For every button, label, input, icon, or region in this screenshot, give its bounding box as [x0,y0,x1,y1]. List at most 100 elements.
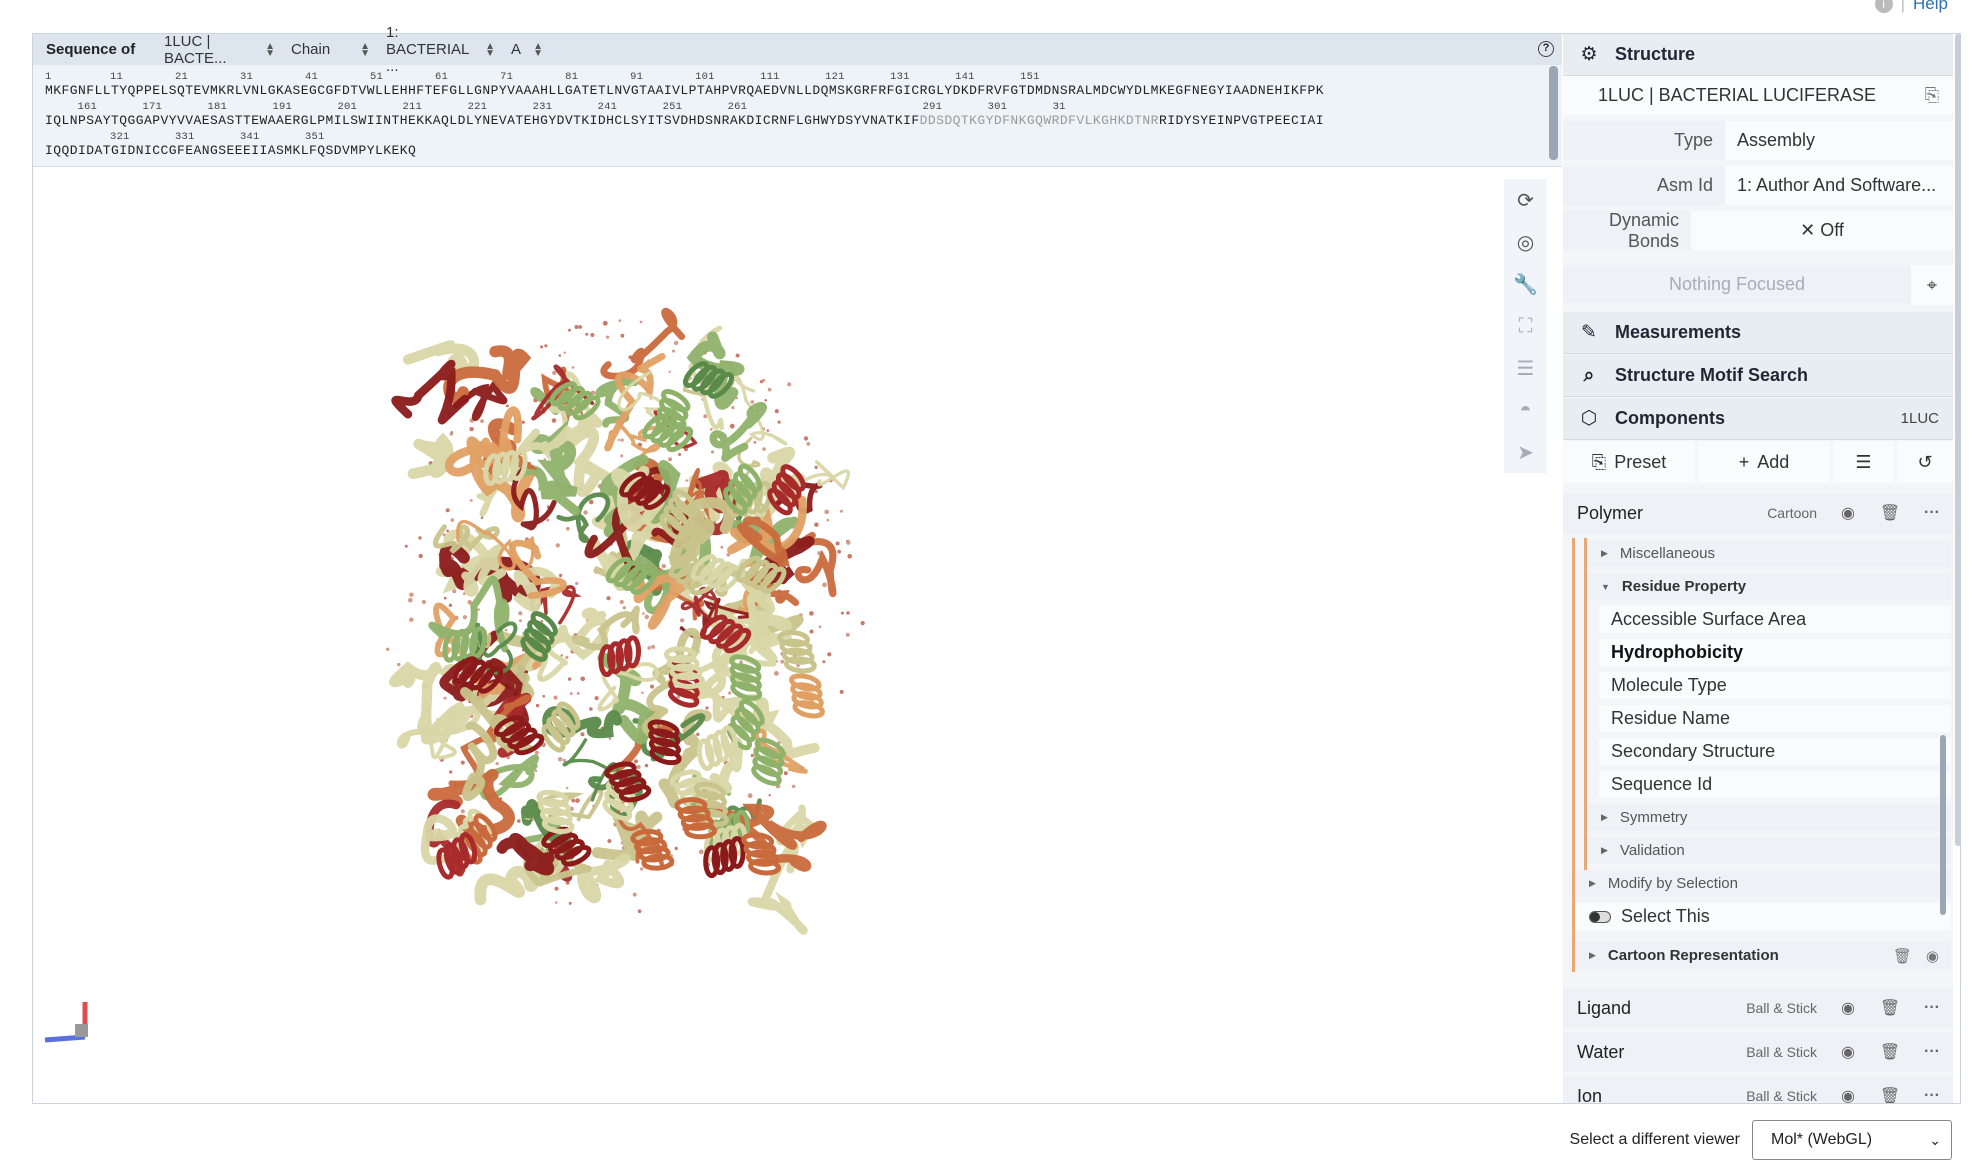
validation-group[interactable]: ▶ Validation [1587,837,1951,867]
ligand-component[interactable]: Ligand Ball & Stick ◉ 🗑 ··· [1563,988,1953,1028]
eye-icon[interactable]: ◉ [1827,988,1869,1028]
more-icon[interactable]: ··· [1911,1032,1953,1072]
eye-icon[interactable]: ◉ [1827,1032,1869,1072]
instance-select[interactable]: A ▲ ▼ [503,34,551,65]
focus-target-icon[interactable]: ⌖ [1911,264,1953,305]
polymer-component[interactable]: Polymer Cartoon ◉ 🗑 ··· [1563,493,1953,533]
trash-icon[interactable]: 🗑 [1869,493,1911,533]
water-molecule [571,366,575,369]
trash-icon[interactable]: 🗑 [1869,988,1911,1028]
water-molecule [622,606,626,610]
option-accessible-surface-area[interactable]: Accessible Surface Area [1599,606,1951,636]
help-link[interactable]: Help [1913,0,1948,14]
sequence-scrollbar[interactable] [1549,66,1558,160]
water-molecule [566,786,569,790]
sequence-body[interactable]: 1 11 21 31 41 51 61 71 81 91 101 111 121… [45,72,1555,162]
protein-ribbon [391,359,470,425]
option-secondary-structure[interactable]: Secondary Structure [1599,738,1951,768]
ion-component[interactable]: Ion Ball & Stick ◉ 🗑 ··· [1563,1076,1953,1103]
option-molecule-type[interactable]: Molecule Type [1599,672,1951,702]
tree-scrollbar[interactable] [1940,735,1946,915]
protein-ribbon [402,340,480,376]
motif-search-section-header[interactable]: ⌕ Structure Motif Search [1563,355,1953,397]
option-hydrophobicity[interactable]: Hydrophobicity [1599,639,1951,669]
vr-icon[interactable]: ◓ [1504,389,1547,431]
molecule-viewport[interactable] [33,168,1562,1103]
water-molecule [558,757,563,762]
focus-row: Nothing Focused ⌖ [1563,264,1953,306]
panel-scrollbar[interactable] [1955,34,1961,846]
history-button[interactable]: ↺ [1897,441,1953,483]
sliders-icon[interactable]: ☰ [1504,347,1547,389]
water-molecule [809,611,814,616]
option-residue-name[interactable]: Residue Name [1599,705,1951,735]
bookmark-icon[interactable]: ⎘ [1911,85,1953,106]
water-molecule [641,691,644,695]
cube-icon: ⬡ [1580,408,1598,429]
water-molecule [774,671,779,676]
protein-cartoon-render[interactable] [33,168,1562,1103]
asm-id-select[interactable]: 1: Author And Software... [1725,175,1953,196]
water-molecule [846,540,851,545]
eye-icon[interactable]: ◉ [1827,493,1869,533]
water-molecule [839,689,844,694]
modify-by-selection-group[interactable]: ▶ Modify by Selection [1575,870,1951,900]
water-molecule [585,332,589,336]
water-molecule [554,901,558,904]
water-molecule [720,545,724,549]
help-icon[interactable]: ? [1538,41,1554,57]
water-molecule [822,660,826,664]
select-this-button[interactable]: Select This [1575,903,1951,933]
chain-select[interactable]: 1: BACTERIAL ... ▲ ▼ [378,24,503,75]
trash-icon[interactable]: 🗑 [1869,1032,1911,1072]
structure-entry-select[interactable]: 1LUC | BACTERIAL LUCIFERASE ⎘ [1563,76,1953,118]
structure-section-header[interactable]: ⚙ Structure [1563,34,1953,76]
pointer-icon[interactable]: ➤ [1504,431,1547,473]
dynamic-bonds-toggle[interactable]: ✕ Off [1691,220,1953,241]
entity-select[interactable]: 1LUC | BACTE... ▲ ▼ [156,33,283,67]
eye-icon[interactable]: ◉ [1926,947,1939,965]
water-molecule [685,479,689,482]
eye-icon[interactable]: ◉ [1827,1076,1869,1103]
trash-icon[interactable]: 🗑 [1893,947,1912,965]
water-molecule [750,400,755,404]
miscellaneous-group[interactable]: ▶ Miscellaneous [1587,540,1951,570]
reset-camera-icon[interactable]: ⟳ [1504,179,1547,221]
caret-right-icon: ▶ [1601,845,1608,855]
water-molecule [594,696,599,701]
sequence-header: Sequence of 1LUC | BACTE... ▲ ▼ Chain ▲ ▼ 1:… [33,24,1562,75]
type-select[interactable]: Assembly [1725,130,1953,151]
symmetry-group[interactable]: ▶ Symmetry [1587,804,1951,834]
more-icon[interactable]: ··· [1911,1076,1953,1103]
water-molecule [639,320,643,324]
updown-icon: ▲ ▼ [360,40,370,59]
water-molecule [568,901,572,905]
cartoon-representation-group[interactable]: ▶ Cartoon Representation 🗑 ◉ [1575,941,1951,973]
components-section-header[interactable]: ⬡ Components 1LUC [1563,398,1953,440]
add-button[interactable]: + Add [1698,441,1830,483]
expand-icon[interactable]: ⛶ [1504,305,1547,347]
water-molecule [803,436,809,441]
trash-icon[interactable]: 🗑 [1869,1076,1911,1103]
info-icon[interactable]: i [1874,0,1893,13]
preset-button[interactable]: ⎘ Preset [1563,441,1695,483]
measurements-section-header[interactable]: ✎ Measurements [1563,312,1953,354]
option-sequence-id[interactable]: Sequence Id [1599,771,1951,801]
viewer-select[interactable]: Mol* (WebGL) ⌄ [1752,1120,1952,1160]
water-molecule [837,549,841,554]
water-component[interactable]: Water Ball & Stick ◉ 🗑 ··· [1563,1032,1953,1072]
protein-helix [783,656,817,674]
water-molecule [540,345,544,349]
component-options-button[interactable]: ☰ [1833,441,1894,483]
wrench-icon[interactable]: 🔧 [1504,263,1547,305]
more-icon[interactable]: ··· [1911,493,1953,533]
screenshot-icon[interactable]: ◎ [1504,221,1547,263]
residue-property-group[interactable]: ▼ Residue Property [1587,573,1951,603]
chain-mode-select[interactable]: Chain ▲ ▼ [283,34,378,65]
water-molecule [542,694,545,698]
more-icon[interactable]: ··· [1911,988,1953,1028]
water-molecule [583,510,588,515]
water-molecule [408,597,413,603]
water-molecule [575,798,580,803]
water-molecule [565,655,569,659]
